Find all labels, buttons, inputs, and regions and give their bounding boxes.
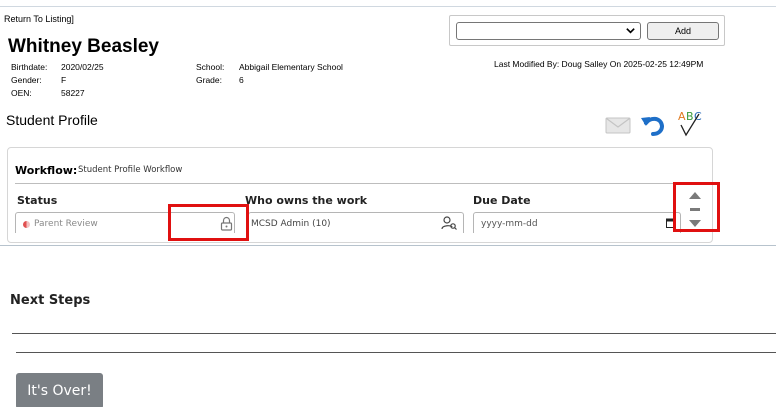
due-date-header: Due Date [473,194,531,207]
page-title: Student Profile [6,112,98,128]
svg-text:B: B [686,110,694,123]
student-name: Whitney Beasley [8,36,159,57]
workflow-label: Workflow: [15,164,78,177]
mail-icon[interactable] [605,116,631,135]
owner-value: MCSD Admin (10) [251,219,331,229]
svg-text:A: A [678,110,686,123]
workflow-panel: Workflow: Student Profile Workflow Statu… [7,147,713,243]
add-form-panel: Add [449,15,725,46]
top-divider [0,6,776,7]
next-steps-line-2 [16,352,776,353]
section-divider [0,245,776,246]
grade-label: Grade: [196,75,222,85]
lock-highlight-box [168,204,249,241]
add-type-select[interactable] [456,22,641,40]
return-to-listing-link[interactable]: Return To Listing] [4,14,74,24]
due-date-field[interactable]: yyyy-mm-dd [473,212,681,233]
owner-header: Who owns the work [245,194,368,207]
owner-field[interactable]: MCSD Admin (10) [248,212,464,233]
birthdate-value: 2020/02/25 [61,62,104,72]
student-details: Birthdate: 2020/02/25 Gender: F OEN: 58227 [11,61,104,100]
status-indicator-icon [23,221,30,228]
workflow-divider [15,183,713,184]
school-value: Abbigail Elementary School [239,62,343,72]
next-steps-title: Next Steps [10,293,91,308]
sort-highlight-box [673,182,720,232]
gender-label: Gender: [11,75,42,85]
oen-label: OEN: [11,88,32,98]
birthdate-label: Birthdate: [11,62,48,72]
next-steps-line-1 [12,333,776,334]
grade-value: 6 [239,75,244,85]
last-modified-text: Last Modified By: Doug Salley On 2025-02… [494,59,704,69]
its-over-button[interactable]: It's Over! [16,373,103,407]
status-header: Status [17,194,58,207]
person-search-icon[interactable] [441,216,457,231]
workflow-name: Student Profile Workflow [78,165,183,175]
chevron-down-icon [626,28,635,34]
school-label: School: [196,62,225,72]
oen-value: 58227 [61,88,85,98]
due-date-placeholder: yyyy-mm-dd [481,219,538,229]
gender-value: F [61,75,67,85]
spellcheck-icon[interactable]: A B C [676,108,704,138]
status-value: Parent Review [34,219,98,229]
undo-icon[interactable] [640,113,667,137]
school-details: School: Abbigail Elementary School Grade:… [196,61,343,87]
add-button[interactable]: Add [647,22,719,40]
